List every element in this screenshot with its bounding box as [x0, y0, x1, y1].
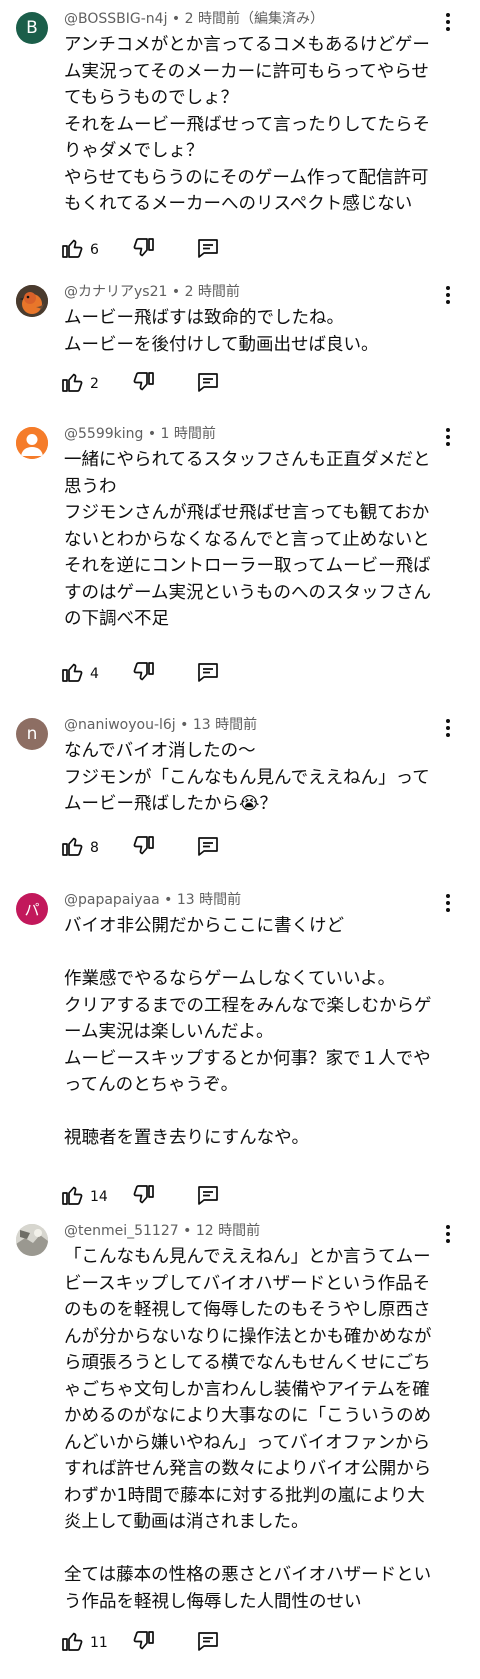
comment-meta: @5599king • 1 時間前: [64, 424, 216, 444]
reply-button[interactable]: [196, 370, 226, 398]
photo-avatar-icon: [16, 1224, 48, 1256]
thumbs-up-icon: [60, 236, 84, 264]
more-options-icon[interactable]: [440, 10, 456, 34]
comment-actions: 2: [60, 369, 226, 399]
thumbs-down-icon: [132, 1183, 156, 1211]
thumbs-down-icon: [132, 370, 156, 398]
more-options-icon[interactable]: [440, 1222, 456, 1246]
comment-actions: 14: [60, 1182, 226, 1212]
author-name[interactable]: @カナリアys21: [64, 284, 167, 300]
thumbs-down-icon: [132, 834, 156, 862]
comment-text: アンチコメがとか言ってるコメもあるけどゲー ム実況ってそのメーカーに許可もらって…: [64, 35, 431, 214]
reply-button[interactable]: [196, 1629, 226, 1657]
reply-button[interactable]: [196, 236, 226, 264]
comment-meta: @tenmei_51127 • 12 時間前: [64, 1221, 260, 1241]
reply-icon: [196, 1183, 220, 1211]
timestamp: • 2 時間前（編集済み）: [167, 11, 324, 27]
like-button[interactable]: 11: [60, 1629, 132, 1657]
reply-button[interactable]: [196, 660, 226, 688]
more-options-icon[interactable]: [440, 891, 456, 915]
comment-text: なんでバイオ消したの～ フジモンが「こんなもん見んでええねん」って ムービー飛ば…: [64, 741, 430, 814]
reply-icon: [196, 236, 220, 264]
author-name[interactable]: @papapaiyaa: [64, 892, 160, 908]
thumbs-up-icon: [60, 1183, 84, 1211]
comment-meta: @naniwoyou-l6j • 13 時間前: [64, 715, 257, 735]
more-options-icon[interactable]: [440, 283, 456, 307]
comment-text: 「こんなもん見んでええねん」とか言うてムー ビースキップしてバイオハザードという…: [64, 1247, 432, 1612]
like-button[interactable]: 4: [60, 660, 132, 688]
timestamp: • 13 時間前: [175, 717, 258, 733]
timestamp: • 1 時間前: [143, 426, 216, 442]
timestamp: • 13 時間前: [159, 892, 242, 908]
like-count: 14: [90, 1189, 108, 1205]
author-name[interactable]: @5599king: [64, 426, 143, 442]
avatar[interactable]: n: [16, 718, 48, 750]
dislike-button[interactable]: [132, 660, 196, 688]
reply-icon: [196, 1629, 220, 1657]
author-name[interactable]: @BOSSBIG-n4j: [64, 11, 167, 27]
comment-text: 一緒にやられてるスタッフさんも正直ダメだと 思うわ フジモンさんが飛ばせ飛ばせ言…: [64, 450, 431, 629]
like-count: 6: [90, 242, 99, 258]
thumbs-down-icon: [132, 236, 156, 264]
avatar[interactable]: B: [16, 12, 48, 44]
person-icon: [16, 427, 48, 459]
avatar[interactable]: パ: [16, 893, 48, 925]
like-count: 8: [90, 840, 99, 856]
like-button[interactable]: 8: [60, 834, 132, 862]
like-button[interactable]: 2: [60, 370, 132, 398]
dislike-button[interactable]: [132, 834, 196, 862]
avatar[interactable]: [16, 285, 48, 317]
dislike-button[interactable]: [132, 1183, 196, 1211]
dislike-button[interactable]: [132, 236, 196, 264]
comment-meta: @papapaiyaa • 13 時間前: [64, 890, 241, 910]
author-name[interactable]: @naniwoyou-l6j: [64, 717, 176, 733]
more-options-icon[interactable]: [440, 716, 456, 740]
comment-text: ムービー飛ばすは致命的でしたね。 ムービーを後付けして動画出せば良い。: [64, 308, 379, 355]
thumbs-down-icon: [132, 1629, 156, 1657]
thumbs-up-icon: [60, 834, 84, 862]
comment-meta: @BOSSBIG-n4j • 2 時間前（編集済み）: [64, 9, 324, 29]
reply-icon: [196, 834, 220, 862]
thumbs-down-icon: [132, 660, 156, 688]
comment-meta: @カナリアys21 • 2 時間前: [64, 282, 240, 302]
comment-actions: 4: [60, 659, 226, 689]
like-count: 2: [90, 376, 99, 392]
thumbs-up-icon: [60, 1629, 84, 1657]
reply-icon: [196, 370, 220, 398]
comment-text: バイオ非公開だからここに書くけど 作業感でやるならゲームしなくていいよ。 クリア…: [64, 916, 432, 1148]
like-count: 11: [90, 1635, 108, 1651]
avatar[interactable]: [16, 1224, 48, 1256]
like-button[interactable]: 14: [60, 1183, 132, 1211]
more-options-icon[interactable]: [440, 425, 456, 449]
reply-icon: [196, 660, 220, 688]
dislike-button[interactable]: [132, 370, 196, 398]
timestamp: • 12 時間前: [178, 1223, 261, 1239]
dislike-button[interactable]: [132, 1629, 196, 1657]
timestamp: • 2 時間前: [167, 284, 240, 300]
bird-avatar-icon: [16, 285, 48, 317]
comment-actions: 8: [60, 833, 226, 863]
comment-actions: 11: [60, 1628, 226, 1658]
thumbs-up-icon: [60, 660, 84, 688]
like-count: 4: [90, 666, 99, 682]
reply-button[interactable]: [196, 834, 226, 862]
like-button[interactable]: 6: [60, 236, 132, 264]
thumbs-up-icon: [60, 370, 84, 398]
avatar[interactable]: [16, 427, 48, 459]
author-name[interactable]: @tenmei_51127: [64, 1223, 179, 1239]
comment-actions: 6: [60, 235, 226, 265]
reply-button[interactable]: [196, 1183, 226, 1211]
